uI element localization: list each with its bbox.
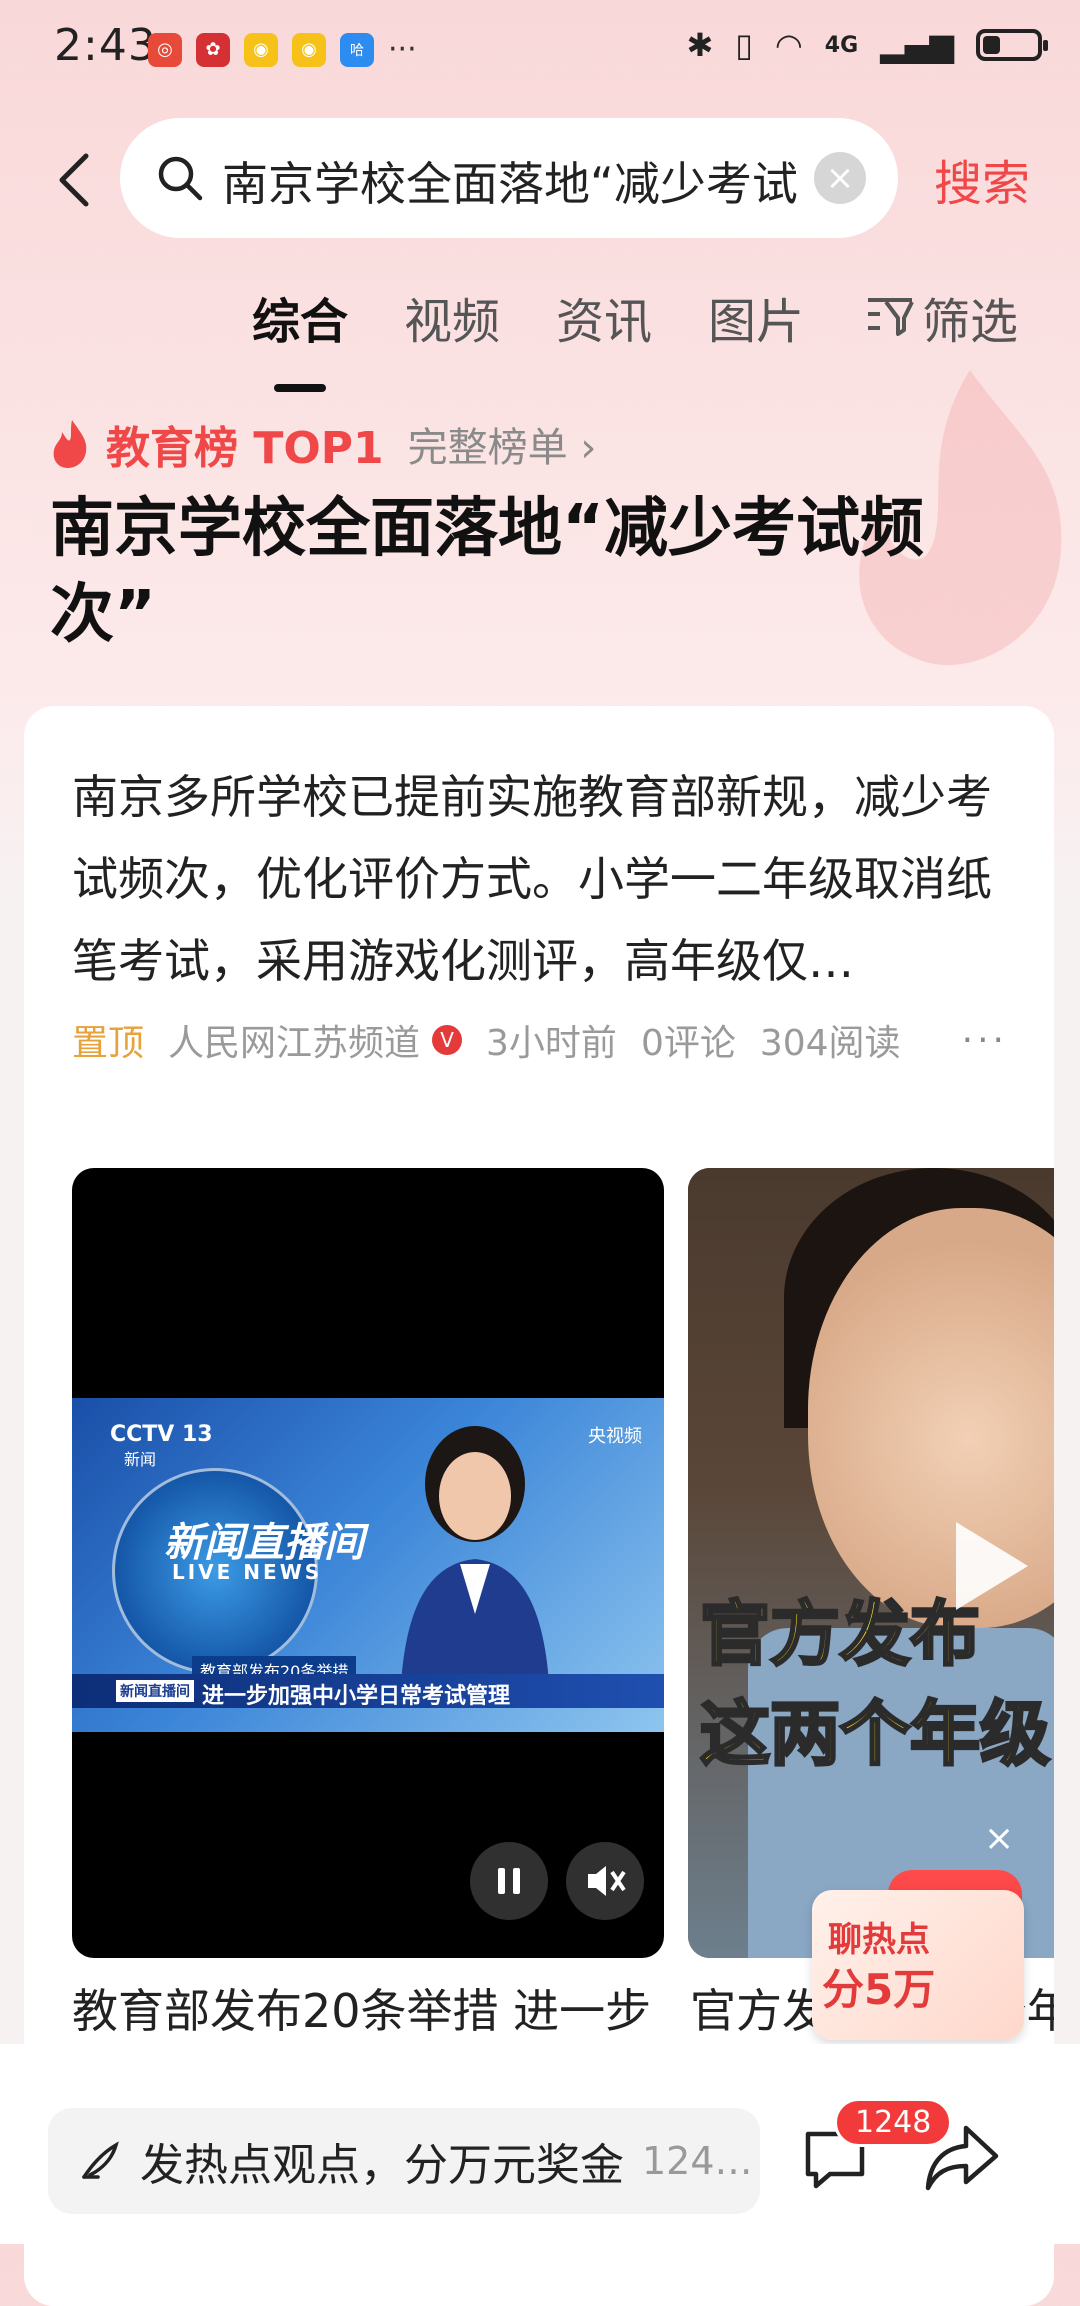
signal-icon: ▂▄▆ (880, 26, 954, 64)
tab-video[interactable]: 视频 (404, 282, 500, 362)
live-news-subtitle: LIVE NEWS (172, 1560, 323, 1584)
cctv-logo: CCTV 13 (110, 1422, 213, 1447)
tmall-icon: ◎ (148, 32, 182, 67)
page-title: 南京学校全面落地“减少考试频次” (50, 492, 925, 652)
comment-count: 124… (642, 2139, 753, 2183)
article-source[interactable]: 人民网江苏频道 (168, 1014, 420, 1066)
full-ranking-link[interactable]: 完整榜单 › (408, 415, 597, 473)
fire-icon (53, 420, 87, 468)
tab-all[interactable]: 综合 (252, 282, 348, 392)
clear-search-icon[interactable]: × (814, 152, 866, 204)
huawei-icon: ✿ (196, 32, 230, 67)
close-promo-icon[interactable]: × (984, 1818, 1014, 1859)
cctv-channel-label: 新闻 (124, 1450, 157, 1469)
tab-images[interactable]: 图片 (708, 282, 804, 362)
article-comments: 0评论 (640, 1023, 736, 1064)
hello-icon: 哈 (340, 32, 374, 67)
article-meta: 置顶 人民网江苏频道 V 3小时前 0评论 304阅读 ··· (72, 1014, 1032, 1066)
video-player-1[interactable]: CCTV 13 新闻 央视频 新闻直播间 LIVE NEWS 教育部发布20条举… (72, 1168, 664, 1958)
search-icon (158, 156, 203, 201)
battery-icon (976, 29, 1048, 61)
banner-title: 进一步加强中小学日常考试管理 (202, 1684, 511, 1709)
video-2-caption-line1: 官方发布 (699, 1592, 982, 1677)
filter-label: 筛选 (922, 294, 1019, 350)
comment-placeholder: 发热点观点，分万元奖金 (140, 2140, 624, 2191)
filter-icon (868, 298, 914, 336)
network-type: 4G (824, 32, 859, 58)
hot-topic-promo[interactable]: × ¥ 聊热点 分5万 (812, 1818, 1024, 2040)
status-bar: 2:43 ◎ ✿ ◉ ◉ 哈 ··· ✱ ▯ ◠ 4G ▂▄▆ (0, 0, 1080, 100)
hot-rank-row[interactable]: 教育榜 TOP1 完整榜单 › (50, 412, 596, 476)
muted-speaker-icon (588, 1866, 626, 1896)
status-time: 2:43 (54, 20, 157, 71)
yangshipin-logo: 央视频 (588, 1426, 642, 1447)
article-summary[interactable]: 南京多所学校已提前实施教育部新规，减少考试频次，优化评价方式。小学一二年级取消纸… (72, 756, 1012, 1002)
weibo-icon: ◉ (292, 32, 326, 67)
bluetooth-icon: ✱ (686, 26, 714, 64)
pause-button[interactable] (470, 1842, 548, 1920)
search-input[interactable]: 南京学校全面落地“减少考试 (222, 148, 902, 214)
system-status: ✱ ▯ ◠ 4G ▂▄▆ (686, 26, 1048, 64)
news-broadcast-frame: CCTV 13 新闻 央视频 新闻直播间 LIVE NEWS 教育部发布20条举… (72, 1398, 664, 1732)
pinned-tag: 置顶 (72, 1023, 145, 1064)
verified-badge: V (432, 1025, 463, 1055)
video-2-caption-line2: 这两个年级 (699, 1692, 1052, 1777)
search-button[interactable]: 搜索 (934, 144, 1030, 214)
weibo-icon: ◉ (244, 32, 278, 67)
pause-icon (498, 1868, 520, 1894)
more-notifications-icon: ··· (388, 32, 417, 67)
share-icon[interactable] (924, 2120, 1000, 2196)
comment-input[interactable]: 发热点观点，分万元奖金 124… (48, 2108, 760, 2214)
bottom-bar: 发热点观点，分万元奖金 124… 1248 (0, 2044, 1080, 2244)
filter-button[interactable]: 筛选 (866, 282, 1018, 352)
pen-icon (82, 2141, 119, 2179)
mute-button[interactable] (566, 1842, 644, 1920)
promo-line1: 聊热点 (828, 1920, 930, 1960)
article-time: 3小时前 (486, 1023, 617, 1064)
article-reads: 304阅读 (759, 1023, 901, 1064)
wifi-icon: ◠ (774, 26, 803, 64)
tab-news[interactable]: 资讯 (556, 282, 652, 362)
banner-logo: 新闻直播间 (116, 1680, 194, 1702)
notification-icons: ◎ ✿ ◉ ◉ 哈 ··· (148, 32, 417, 67)
back-arrow-icon[interactable] (50, 150, 110, 210)
search-box[interactable]: 南京学校全面落地“减少考试 × (120, 118, 898, 238)
more-options-icon[interactable]: ··· (962, 1020, 1008, 1061)
news-anchor-image (400, 1426, 550, 1700)
result-tabs: 综合 视频 资讯 图片 (252, 282, 804, 392)
rank-label: 教育榜 TOP1 (106, 423, 384, 474)
play-icon[interactable] (956, 1522, 1028, 1610)
vibrate-icon: ▯ (735, 26, 753, 64)
promo-line2: 分5万 (822, 1965, 936, 2014)
